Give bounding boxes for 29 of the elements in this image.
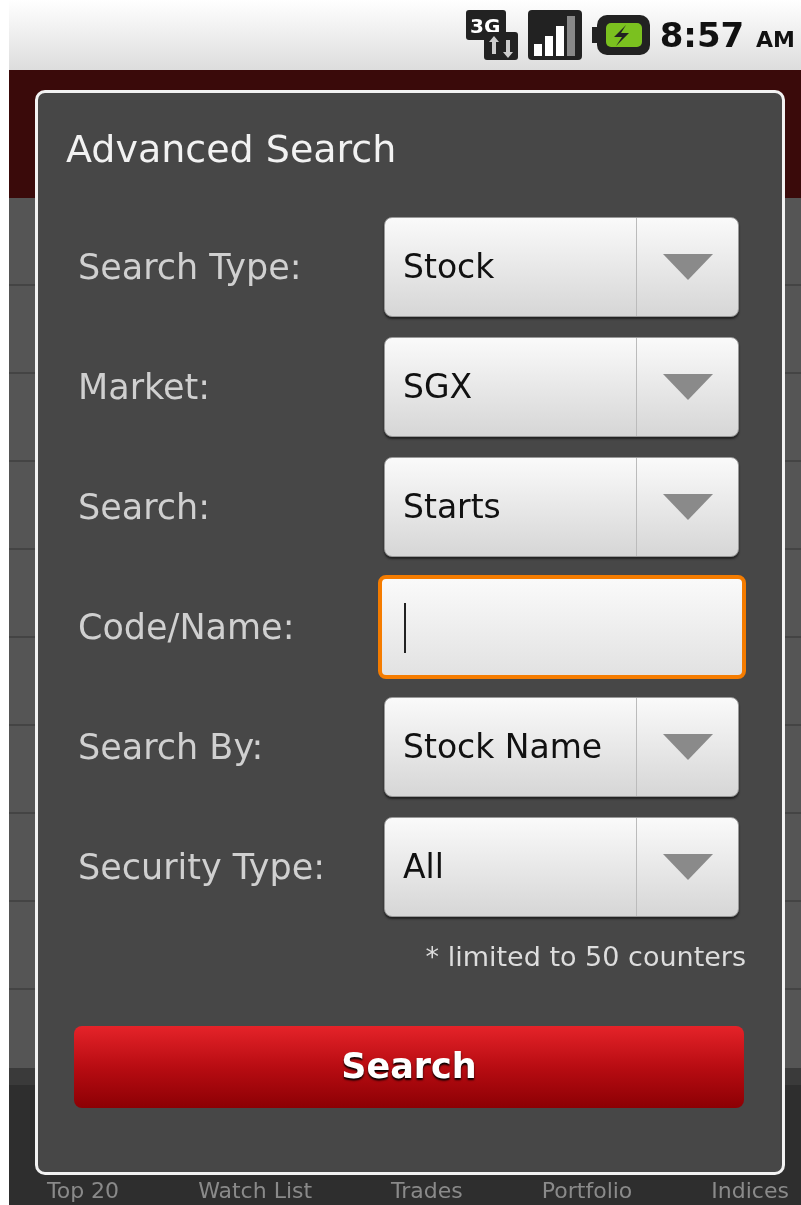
bottom-tab[interactable]: Watch List [198,1177,313,1205]
field-label: Search Type: [78,245,303,289]
dialog-title: Advanced Search [65,126,398,173]
battery-charging-icon [591,15,650,55]
dropdown[interactable]: All [384,817,739,917]
dropdown-arrow-icon [662,254,713,280]
dropdown-arrow-icon [662,734,713,760]
field-label: Search: [78,485,212,529]
dropdown-arrow-icon [662,374,713,400]
bottom-tab[interactable]: Portfolio [541,1177,633,1205]
dropdown[interactable]: Starts [384,457,739,557]
field-label: Search By: [78,725,265,769]
field-label: Code/Name: [78,605,296,649]
search-button[interactable]: Search [74,1025,744,1108]
text-cursor [404,603,406,653]
bottom-tab[interactable]: Trades [391,1177,463,1205]
dropdown[interactable]: SGX [384,337,739,437]
bottom-tab[interactable]: Indices [711,1177,789,1205]
dropdown-arrow-icon [662,854,713,880]
field-label: Security Type: [78,845,327,889]
clock-time: 8:57 AM [659,13,795,57]
dropdown[interactable]: Stock [384,217,739,317]
field-label: Market: [78,365,212,409]
input-field[interactable] [378,575,746,679]
signal-icon [527,10,582,60]
bottom-tab[interactable]: Top 20 [47,1177,120,1205]
limit-note: * limited to 50 counters [424,940,747,974]
dropdown[interactable]: Stock Name [384,697,739,797]
dropdown-arrow-icon [662,494,713,520]
